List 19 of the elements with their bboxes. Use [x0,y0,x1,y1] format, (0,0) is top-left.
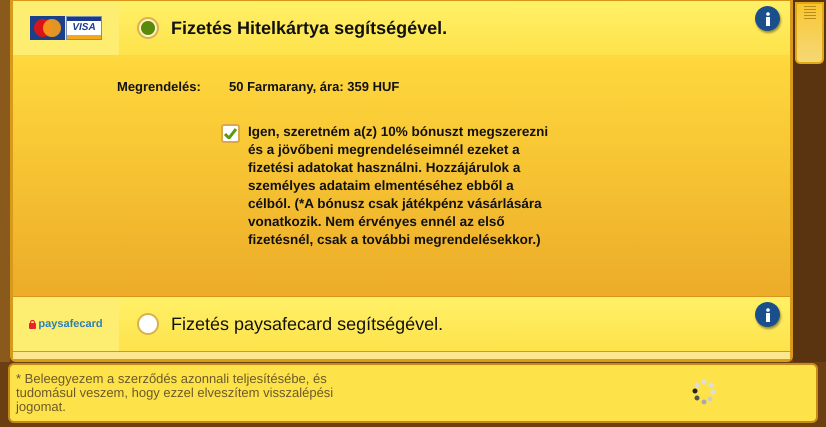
paysafecard-logo: paysafecard [29,318,103,330]
option-label: Fizetés paysafecard segítségével. [171,312,444,336]
radio-button[interactable] [137,313,159,335]
info-button[interactable] [755,6,780,31]
footer-note: * Beleegyezem a szerződés azonnali teljesítésébe, és tudomásul veszem, hogy ezzel elveszítem visszalépési jogomat. [16,372,334,414]
info-icon [764,308,770,322]
visa-logo: VISA [66,16,102,40]
radio-button[interactable] [137,17,159,39]
lock-icon [29,320,36,328]
info-icon [764,12,770,26]
info-button[interactable] [755,302,780,327]
checkmark-icon [224,128,237,138]
bonus-consent-text: Igen, szeretném a(z) 10% bónuszt megszerezni és a jövőbeni megrendeléseimnél ezeket a fizetési adatokat használni. Hozzájárulok a személyes adataim elmentéséhez ebből a célból. (*A bónusz csak játékpénz vásárlására vonatkozik. Nem érvényes ennél az első fizetésnél, csak a további megrendelésekkor.) [248,122,550,248]
order-label: Megrendelés: [117,78,202,96]
mastercard-logo-icon [30,16,65,40]
scrollbar-thumb[interactable] [795,2,824,64]
bonus-checkbox[interactable] [221,124,240,142]
option-label: Fizetés Hitelkártya segítségével. [171,16,448,40]
order-value: 50 Farmarany, ára: 359 HUF [229,78,400,96]
